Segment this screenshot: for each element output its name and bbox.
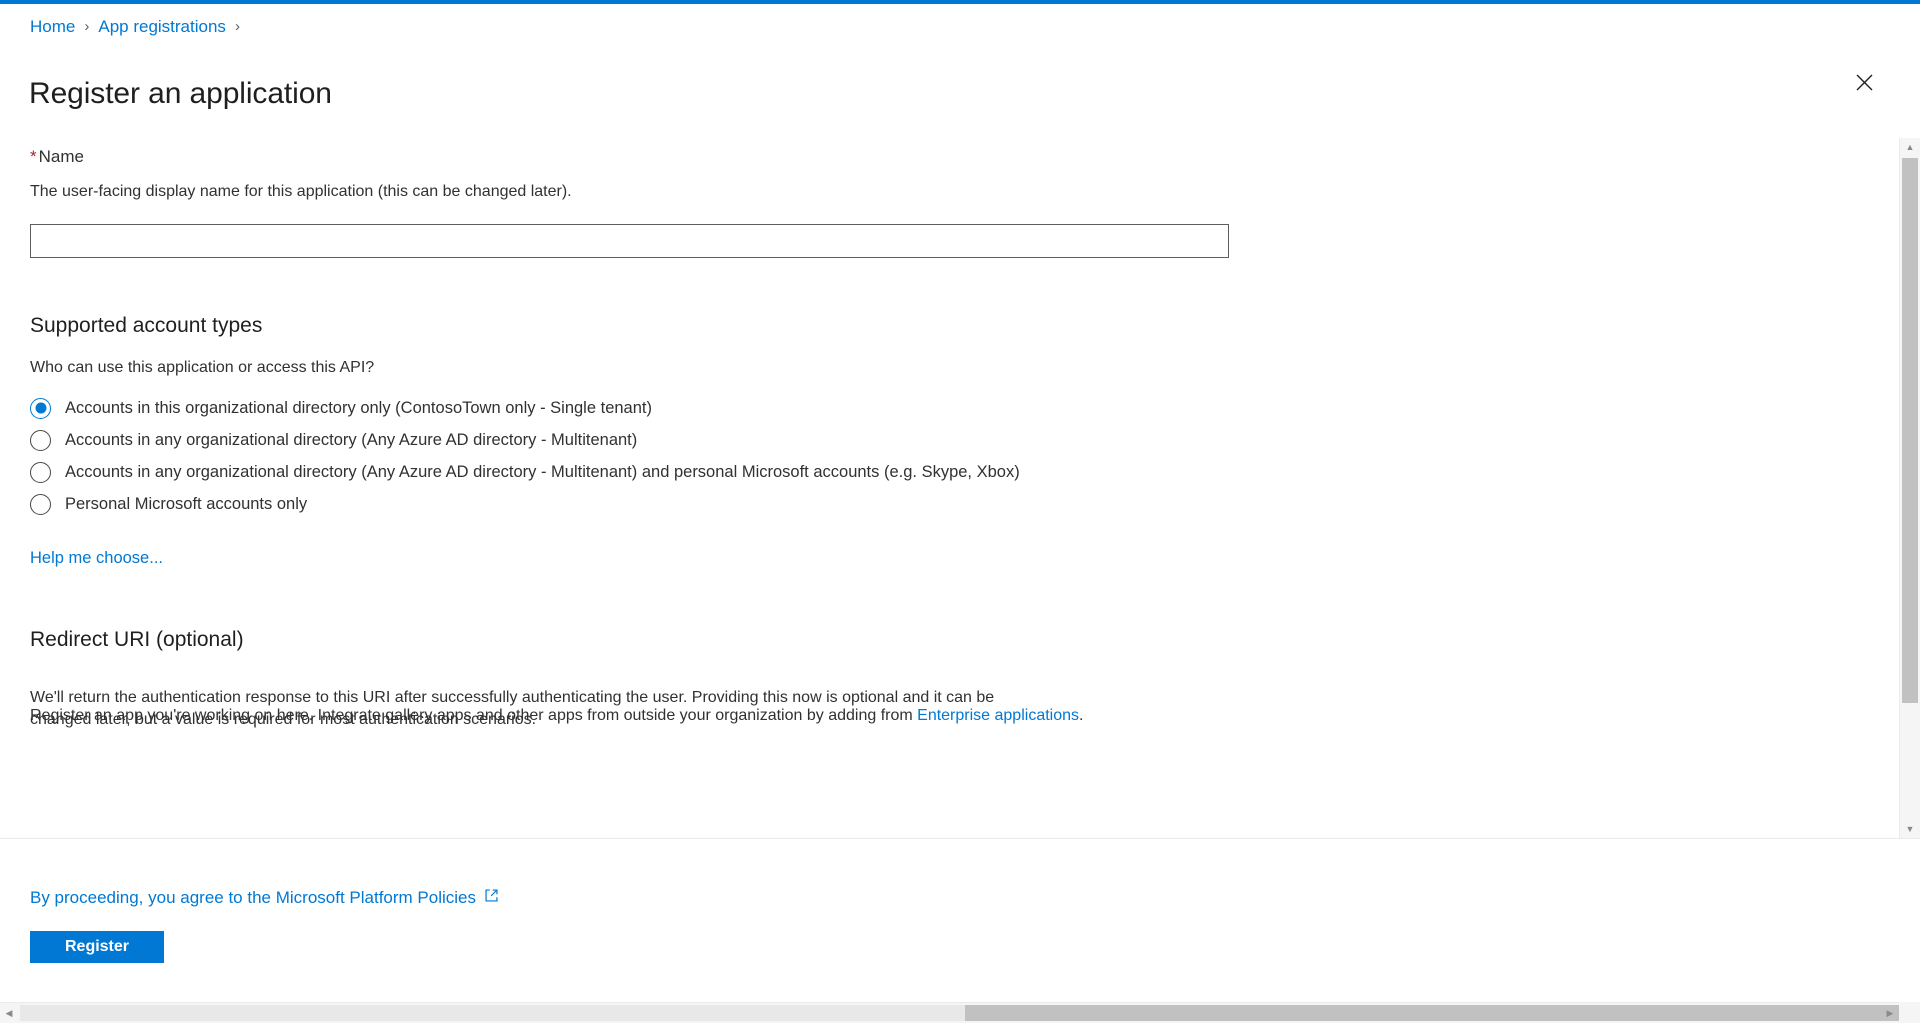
radio-selected-icon: [30, 397, 51, 419]
breadcrumb-separator-icon: ›: [84, 18, 90, 35]
supported-account-types-heading: Supported account types: [30, 314, 263, 337]
radio-label-single-tenant: Accounts in this organizational director…: [65, 399, 652, 417]
blade-content-scroll-region: * Name The user-facing display name for t…: [0, 138, 1920, 838]
breadcrumb-item-home[interactable]: Home: [30, 16, 75, 38]
redirect-uri-heading: Redirect URI (optional): [30, 628, 244, 651]
supported-account-types-group: Supported account types Who can use this…: [30, 312, 1920, 569]
overlay-text-lead: Register an app you're working on here. …: [30, 707, 918, 724]
external-link-icon: [484, 887, 499, 909]
radio-multitenant-and-personal[interactable]: Accounts in any organizational directory…: [30, 457, 1920, 487]
blade-footer: By proceeding, you agree to the Microsof…: [0, 838, 1920, 1008]
vertical-scrollbar-thumb[interactable]: [1902, 158, 1918, 703]
close-icon: [1856, 74, 1873, 91]
scroll-left-arrow-icon[interactable]: ◀: [0, 1003, 18, 1023]
name-field-description: The user-facing display name for this ap…: [30, 183, 572, 200]
radio-label-multitenant: Accounts in any organizational directory…: [65, 431, 638, 449]
top-accent-bar: [0, 0, 1920, 4]
redirect-uri-group: Redirect URI (optional) We'll return the…: [30, 626, 1920, 728]
vertical-scrollbar[interactable]: ▲ ▼: [1899, 138, 1920, 838]
supported-account-types-question: Who can use this application or access t…: [30, 359, 375, 376]
platform-policies-text: By proceeding, you agree to the Microsof…: [30, 888, 476, 907]
radio-personal-only[interactable]: Personal Microsoft accounts only: [30, 489, 1920, 519]
help-me-choose-link[interactable]: Help me choose...: [30, 547, 163, 569]
account-type-radio-group: Accounts in this organizational director…: [30, 393, 1920, 519]
required-asterisk-icon: *: [30, 147, 37, 166]
horizontal-scrollbar-thumb[interactable]: [965, 1005, 1900, 1021]
breadcrumb-separator-icon-2: ›: [234, 18, 240, 35]
name-label-text: Name: [38, 147, 84, 166]
horizontal-scrollbar-track-segment[interactable]: [20, 1005, 965, 1021]
register-button[interactable]: Register: [30, 931, 164, 963]
app-registrations-overlay-text: Register an app you're working on here. …: [30, 705, 1360, 727]
scrollbar-corner: [1899, 1002, 1920, 1023]
radio-single-tenant[interactable]: Accounts in this organizational director…: [30, 393, 1920, 423]
scroll-right-arrow-icon[interactable]: ▶: [1881, 1003, 1899, 1023]
radio-unselected-icon-2: [30, 461, 51, 483]
name-input[interactable]: [30, 224, 1229, 258]
scroll-up-arrow-icon[interactable]: ▲: [1900, 138, 1920, 156]
close-button[interactable]: [1844, 62, 1884, 102]
register-application-blade: Home › App registrations › Register an a…: [0, 0, 1920, 1023]
page-title: Register an application: [29, 77, 332, 111]
scroll-down-arrow-icon[interactable]: ▼: [1900, 820, 1920, 838]
form-content: * Name The user-facing display name for t…: [0, 138, 1920, 728]
redirect-uri-description-stack: We'll return the authentication response…: [30, 671, 1360, 728]
platform-policies-link[interactable]: By proceeding, you agree to the Microsof…: [30, 887, 499, 909]
enterprise-applications-link[interactable]: Enterprise applications: [917, 707, 1079, 724]
breadcrumb-item-app-registrations[interactable]: App registrations: [98, 16, 226, 38]
radio-label-multitenant-and-personal: Accounts in any organizational directory…: [65, 463, 1020, 481]
overlay-text-tail: .: [1079, 707, 1084, 724]
radio-unselected-icon-3: [30, 493, 51, 515]
name-field-group: * Name The user-facing display name for t…: [30, 138, 1920, 258]
radio-label-personal-only: Personal Microsoft accounts only: [65, 495, 308, 513]
breadcrumb: Home › App registrations ›: [30, 16, 249, 38]
name-field-label: * Name: [30, 146, 1920, 168]
radio-unselected-icon: [30, 429, 51, 451]
horizontal-scrollbar[interactable]: ◀ ▶: [0, 1002, 1920, 1023]
radio-multitenant[interactable]: Accounts in any organizational directory…: [30, 425, 1920, 455]
